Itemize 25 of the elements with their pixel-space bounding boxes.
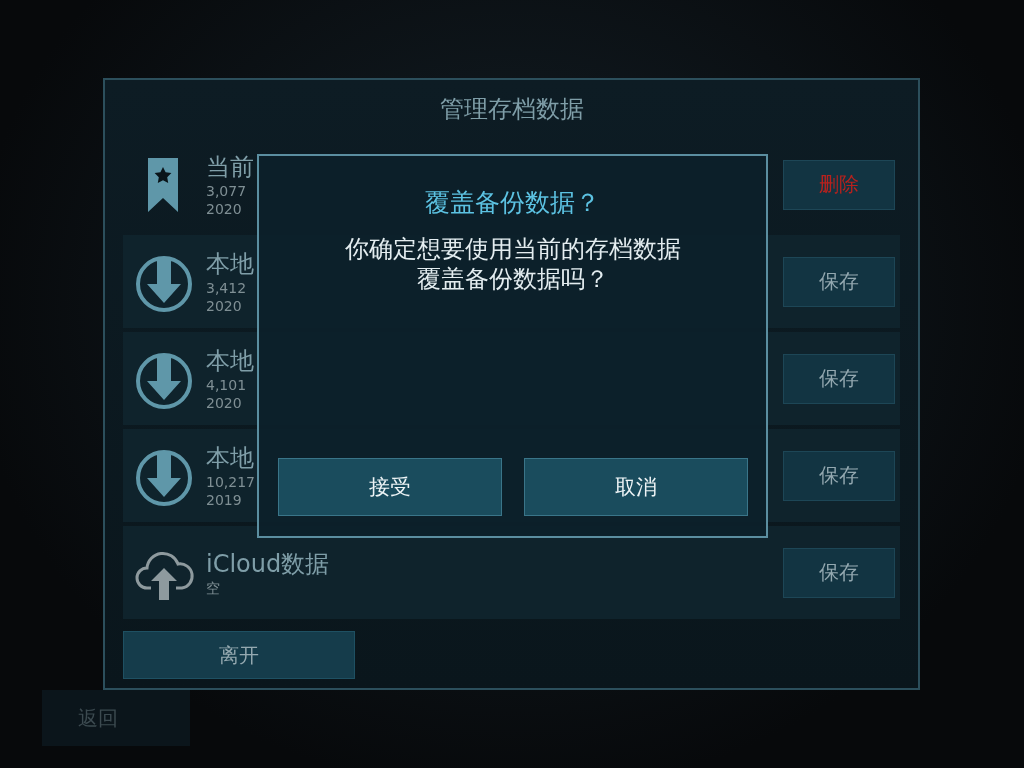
save-button[interactable]: 保存 [783,256,895,307]
panel-title: 管理存档数据 [439,94,584,125]
save-detail: 2019 [206,490,242,509]
save-button[interactable]: 保存 [783,450,895,501]
save-detail: 空 [206,578,220,597]
save-detail: 3,412 [206,278,247,297]
cancel-button[interactable]: 取消 [523,458,748,516]
save-button[interactable]: 保存 [783,353,895,404]
accept-button[interactable]: 接受 [277,458,502,516]
dialog-message: 覆盖备份数据吗？ [416,264,609,294]
save-title: 当前 [206,151,254,182]
leave-button[interactable]: 离开 [123,631,355,679]
save-title: 本地 [206,248,254,279]
save-title: 本地 [206,345,254,376]
dialog-message: 你确定想要使用当前的存档数据 [344,234,681,264]
save-detail: 2020 [206,296,242,315]
save-button[interactable]: 保存 [783,547,895,598]
save-title: iCloud数据 [206,548,330,579]
save-detail: 2020 [206,199,242,218]
save-title: 本地 [206,442,254,473]
save-detail: 3,077 [206,181,247,200]
save-detail: 4,101 [206,375,247,394]
save-detail: 10,217 [206,472,255,491]
save-detail: 2020 [206,393,242,412]
dialog-title: 覆盖备份数据？ [425,187,600,219]
